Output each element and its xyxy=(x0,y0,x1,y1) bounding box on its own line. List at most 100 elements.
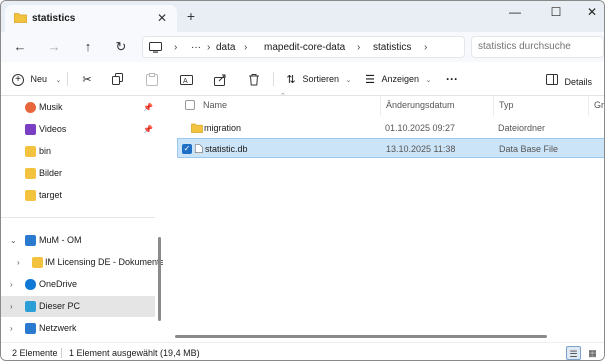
sidebar-item-label: Bilder xyxy=(39,168,63,178)
sidebar-item-label: MuM - OM xyxy=(39,235,82,245)
file-name: statistic.db xyxy=(205,144,248,154)
chevron-right-icon[interactable]: › xyxy=(17,252,25,273)
pin-icon: 📌 xyxy=(143,125,153,134)
sidebar-item-im-licensing[interactable]: › IM Licensing DE - Dokumente xyxy=(1,252,165,273)
sidebar-scrollbar[interactable] xyxy=(158,237,161,321)
sidebar-item-dieser-pc[interactable]: › Dieser PC xyxy=(1,296,155,317)
breadcrumb-data[interactable]: data xyxy=(216,42,235,53)
horizontal-scrollbar[interactable] xyxy=(175,335,547,338)
details-pane-icon xyxy=(546,74,558,85)
more-options-button[interactable]: ··· xyxy=(446,71,458,87)
new-tab-button[interactable]: + xyxy=(184,9,198,23)
back-icon[interactable]: ← xyxy=(12,39,28,55)
computer-icon xyxy=(25,301,36,312)
details-button[interactable]: Details xyxy=(546,71,592,87)
file-type: Dateiordner xyxy=(498,123,546,133)
sidebar-item-target[interactable]: target xyxy=(1,185,155,206)
copy-icon[interactable] xyxy=(112,71,124,87)
explorer-window: statistics ✕ + — ☐ ✕ ← → ↑ ↻ › ··· › dat… xyxy=(0,0,605,361)
file-name: migration xyxy=(204,123,242,133)
column-header-date[interactable]: Änderungsdatum xyxy=(386,100,455,110)
maximize-button[interactable]: ☐ xyxy=(547,5,565,19)
sort-button[interactable]: ⇅ Sortieren ⌄ xyxy=(284,71,351,87)
column-divider xyxy=(493,96,494,116)
navigation-pane: Musik 📌 Videos 📌 bin Bilder target ⌄ MuM… xyxy=(1,96,165,342)
chevron-down-icon[interactable]: ⌄ xyxy=(10,230,18,251)
cloud-icon xyxy=(25,279,36,290)
select-all-checkbox[interactable] xyxy=(185,100,195,110)
toolbar-divider xyxy=(273,72,274,86)
chevron-down-icon: ⌄ xyxy=(55,77,62,84)
search-box[interactable] xyxy=(471,36,604,58)
chevron-right-icon[interactable]: › xyxy=(10,318,18,339)
close-window-button[interactable]: ✕ xyxy=(583,5,601,19)
folder-icon xyxy=(25,146,36,157)
tab-statistics[interactable]: statistics ✕ xyxy=(5,5,177,32)
chevron-right-icon[interactable]: › xyxy=(10,274,18,295)
paste-icon[interactable] xyxy=(146,71,158,87)
close-tab-icon[interactable]: ✕ xyxy=(155,11,169,25)
sidebar-item-label: Videos xyxy=(39,124,67,134)
breadcrumb-more[interactable]: ··· xyxy=(191,42,201,53)
status-divider xyxy=(61,348,62,358)
new-button[interactable]: + Neu ⌄ xyxy=(12,71,61,87)
table-row[interactable]: ✓ statistic.db 13.10.2025 11:38 Data Bas… xyxy=(177,138,604,158)
column-header-size[interactable]: Grö xyxy=(594,100,604,110)
plus-circle-icon: + xyxy=(12,73,24,86)
chevron-right-icon[interactable]: › xyxy=(424,42,427,53)
chevron-right-icon: › xyxy=(174,42,178,53)
folder-icon xyxy=(191,123,203,133)
cut-icon[interactable]: ✂ xyxy=(80,71,94,87)
pin-icon: 📌 xyxy=(143,103,153,112)
sidebar-item-label: target xyxy=(39,190,63,200)
sidebar-item-mum-om[interactable]: ⌄ MuM - OM xyxy=(1,230,155,251)
delete-icon[interactable] xyxy=(248,71,260,87)
share-icon[interactable] xyxy=(214,71,227,87)
computer-icon xyxy=(149,42,162,53)
folder-icon xyxy=(32,257,43,268)
video-icon xyxy=(25,124,36,135)
sidebar-item-label: Netzwerk xyxy=(39,323,77,333)
sidebar-item-bilder[interactable]: Bilder xyxy=(1,163,155,184)
minimize-button[interactable]: — xyxy=(506,5,524,19)
building-icon xyxy=(25,235,36,246)
folder-icon xyxy=(25,190,36,201)
file-type: Data Base File xyxy=(499,144,559,154)
sidebar-divider xyxy=(1,217,155,218)
breadcrumb-statistics[interactable]: statistics xyxy=(373,42,411,53)
chevron-down-icon: ⌄ xyxy=(345,77,352,84)
status-bar: 2 Elemente 1 Element ausgewählt (19,4 MB… xyxy=(1,342,604,360)
up-icon[interactable]: ↑ xyxy=(80,39,96,55)
sidebar-item-onedrive[interactable]: › OneDrive xyxy=(1,274,155,295)
sidebar-item-label: Musik xyxy=(39,102,63,112)
column-header-name[interactable]: Name xyxy=(203,100,227,110)
rename-icon[interactable]: A xyxy=(180,71,193,87)
sort-indicator-icon: ⌃ xyxy=(280,93,286,100)
table-row[interactable]: migration 01.10.2025 09:27 Dateiordner xyxy=(177,118,604,138)
folder-icon xyxy=(25,168,36,179)
search-input[interactable] xyxy=(478,41,602,52)
selection-info: 1 Element ausgewählt (19,4 MB) xyxy=(69,348,200,358)
details-label: Details xyxy=(564,77,593,87)
sidebar-item-bin[interactable]: bin xyxy=(1,141,155,162)
address-bar[interactable]: › ··· › data › mapedit-core-data › stati… xyxy=(142,36,465,58)
breadcrumb-mapedit-core-data[interactable]: mapedit-core-data xyxy=(264,42,345,53)
sidebar-item-videos[interactable]: Videos 📌 xyxy=(1,119,155,140)
tiles-view-icon[interactable]: ▦ xyxy=(585,346,600,360)
forward-icon[interactable]: → xyxy=(46,39,62,55)
view-button[interactable]: ☰ Anzeigen ⌄ xyxy=(363,71,431,87)
column-header-type[interactable]: Typ xyxy=(499,100,514,110)
sidebar-item-label: IM Licensing DE - Dokumente xyxy=(45,257,165,267)
music-icon xyxy=(25,102,36,113)
view-icon: ☰ xyxy=(365,73,375,86)
details-view-icon[interactable]: ☰ xyxy=(566,346,581,360)
sort-label: Sortieren xyxy=(302,74,340,84)
sidebar-item-label: OneDrive xyxy=(39,279,78,289)
row-checkbox[interactable]: ✓ xyxy=(182,144,192,154)
sidebar-item-musik[interactable]: Musik 📌 xyxy=(1,97,155,118)
refresh-icon[interactable]: ↻ xyxy=(113,39,129,55)
file-date: 01.10.2025 09:27 xyxy=(385,123,456,133)
chevron-right-icon[interactable]: › xyxy=(10,296,18,317)
navigation-bar: ← → ↑ ↻ › ··· › data › mapedit-core-data… xyxy=(1,32,604,62)
sidebar-item-netzwerk[interactable]: › Netzwerk xyxy=(1,318,155,339)
